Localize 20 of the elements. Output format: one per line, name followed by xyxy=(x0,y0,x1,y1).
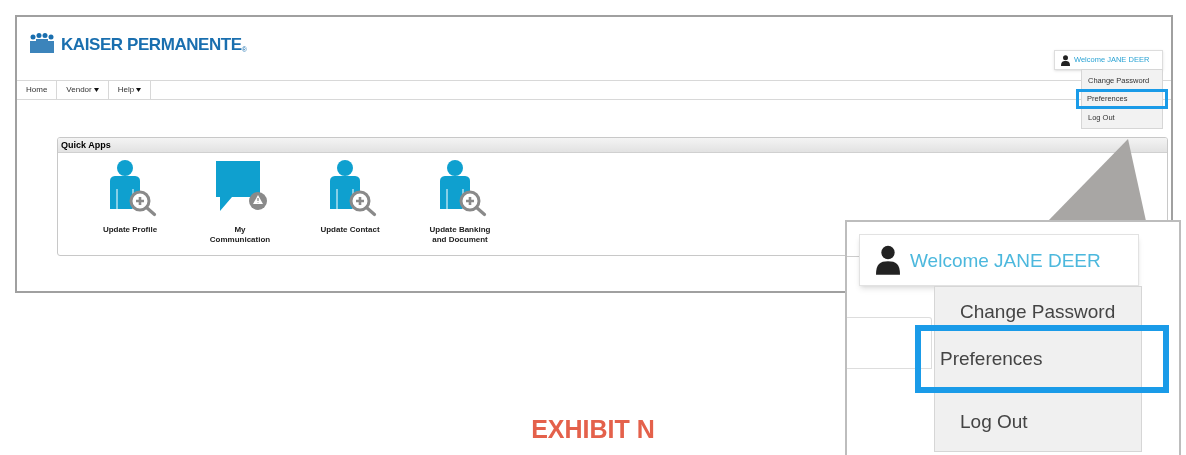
nav-item[interactable]: Home xyxy=(17,81,58,99)
logo-text: KAISER PERMANENTE xyxy=(61,36,242,53)
menu-item[interactable]: Log Out xyxy=(935,397,1143,447)
caret-icon xyxy=(93,88,99,92)
nav-item[interactable]: Help xyxy=(108,81,152,99)
user-icon xyxy=(876,245,900,275)
menu-item[interactable]: Preferences xyxy=(915,325,1169,393)
app-label[interactable]: Update Banking and Document xyxy=(429,225,491,245)
logo-icon xyxy=(29,33,55,53)
user-icon xyxy=(1061,54,1070,66)
exhibit-caption: EXHIBIT N xyxy=(531,417,655,442)
caret-icon xyxy=(136,88,142,92)
magnifier-icon xyxy=(349,190,377,217)
app-label[interactable]: My Communication xyxy=(209,225,271,245)
app-label[interactable]: Update Contact xyxy=(320,225,380,235)
magnifier-icon xyxy=(459,190,487,217)
magnifier-icon xyxy=(129,190,157,217)
panel-title: Quick Apps xyxy=(61,140,111,150)
nav-item[interactable]: Vendor xyxy=(57,81,109,99)
app-label[interactable]: Update Profile xyxy=(102,225,158,235)
